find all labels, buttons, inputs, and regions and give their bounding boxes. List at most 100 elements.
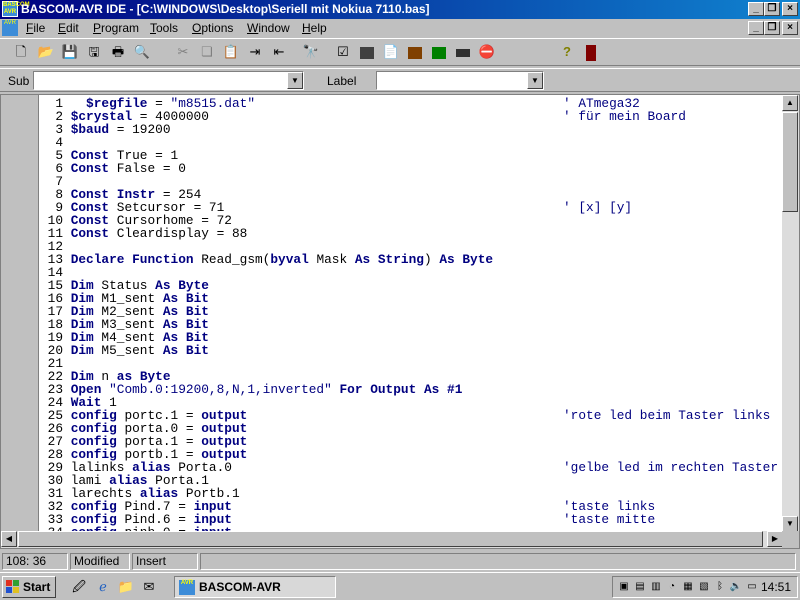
horizontal-scrollbar[interactable]: ◀ ▶ — [1, 531, 783, 548]
find-icon[interactable]: 🔭 — [300, 42, 322, 64]
scroll-right-icon[interactable]: ▶ — [767, 531, 783, 547]
status-message — [200, 553, 796, 570]
sub-label-bar: Sub ▼ Label ▼ — [0, 68, 800, 92]
sub-label: Sub — [8, 74, 30, 88]
unindent-icon[interactable]: ⇤ — [268, 42, 290, 64]
scroll-up-icon[interactable]: ▲ — [782, 95, 798, 111]
title-bar[interactable]: BASCOM AVR BASCOM-AVR IDE - [C:\WINDOWS\… — [0, 0, 800, 19]
compile-icon[interactable] — [356, 42, 378, 64]
scroll-corner — [782, 531, 799, 548]
bascom-task-icon: AVR — [179, 580, 195, 595]
code-keyword: $baud — [70, 122, 110, 137]
print-icon[interactable]: 🖶 — [107, 42, 129, 64]
code-text: Mask — [308, 252, 355, 267]
volume-icon[interactable]: 🔈 — [729, 580, 743, 594]
help-icon[interactable]: ? — [556, 42, 578, 64]
program-chip-icon[interactable] — [404, 42, 426, 64]
taskbar-button-label: BASCOM-AVR — [199, 580, 281, 594]
menu-help[interactable]: Help — [302, 21, 327, 35]
code-text: Read_gsm( — [193, 252, 271, 267]
close-button[interactable]: × — [782, 2, 798, 16]
cut-icon[interactable]: ✂ — [172, 42, 194, 64]
code-editor[interactable]: 1 $regfile = "m8515.dat" ' ATmega32 2 $cry… — [0, 94, 800, 549]
code-keyword: Dim — [70, 343, 94, 358]
mouse-icon[interactable]: ◔ — [665, 580, 679, 594]
vertical-scroll-thumb[interactable] — [782, 112, 798, 212]
label-dropdown-arrow-icon[interactable]: ▼ — [527, 72, 543, 89]
taskbar: Start 🖉 ℯ 📁 ✉ AVR BASCOM-AVR ▣ ▤ ▥ ◔ ▦ ▧… — [0, 572, 800, 600]
print-preview-icon[interactable]: 🔍 — [131, 42, 153, 64]
open-folder-icon[interactable]: 📂 — [35, 42, 57, 64]
window-title: BASCOM-AVR IDE - [C:\WINDOWS\Desktop\Ser… — [21, 2, 430, 16]
label-dropdown[interactable]: ▼ — [376, 71, 544, 90]
code-keyword: For Output As — [339, 382, 440, 397]
indent-icon[interactable]: ⇥ — [244, 42, 266, 64]
minimize-button[interactable]: _ — [748, 2, 764, 16]
code-line[interactable]: 3 $baud = 19200 — [39, 123, 783, 136]
restore-button[interactable]: ❐ — [764, 2, 780, 16]
insert-mode-indicator: Insert — [132, 553, 198, 570]
code-comment: ' für mein Board — [563, 109, 686, 124]
monitor-icon[interactable]: ▥ — [649, 580, 663, 594]
scheduler-icon[interactable]: ▤ — [633, 580, 647, 594]
keyboard-icon[interactable]: ▧ — [697, 580, 711, 594]
menu-options[interactable]: Options — [192, 21, 233, 35]
code-line[interactable]: 13 Declare Function Read_gsm(byval Mask … — [39, 253, 783, 266]
scroll-left-icon[interactable]: ◀ — [1, 531, 17, 547]
system-tray: ▣ ▤ ▥ ◔ ▦ ▧ ᛒ 🔈 ▭ 14:51 — [612, 576, 798, 598]
code-keyword: Declare Function — [70, 252, 194, 267]
new-file-icon[interactable]: 🗋 — [10, 42, 32, 64]
show-desktop-icon[interactable]: 🖉 — [70, 578, 88, 596]
code-keyword: Const — [70, 226, 110, 241]
menu-program[interactable]: Program — [93, 21, 139, 35]
mdi-restore-button[interactable]: ❐ — [764, 21, 780, 35]
vertical-scrollbar[interactable]: ▲ ▼ — [782, 95, 799, 532]
terminal-icon[interactable] — [452, 42, 474, 64]
display-icon[interactable]: ▦ — [681, 580, 695, 594]
outlook-express-icon[interactable]: ✉ — [140, 578, 158, 596]
menu-bar: AVR File Edit Program Tools Options Wind… — [0, 19, 800, 38]
sub-dropdown[interactable]: ▼ — [33, 71, 304, 90]
horizontal-scroll-thumb[interactable] — [18, 531, 763, 547]
exit-icon[interactable] — [580, 42, 602, 64]
menu-tools[interactable]: Tools — [150, 21, 178, 35]
mdi-minimize-button[interactable]: _ — [748, 21, 764, 35]
network-icon[interactable]: ▣ — [617, 580, 631, 594]
code-comment: ' [x] [y] — [563, 200, 633, 215]
paste-icon[interactable]: 📋 — [220, 42, 242, 64]
save-icon[interactable]: 💾 — [59, 42, 81, 64]
toolbar: 🗋 📂 💾 🖫 🖶 🔍 ✂ ❏ 📋 ⇥ ⇤ 🔭 ☑ 📄 ⛔ ? — [0, 38, 800, 66]
bluetooth-icon[interactable]: ᛒ — [713, 580, 727, 594]
document-icon[interactable]: AVR — [2, 20, 18, 36]
simulator-icon[interactable] — [428, 42, 450, 64]
start-button[interactable]: Start — [2, 576, 56, 598]
menu-edit[interactable]: Edit — [58, 21, 79, 35]
sub-dropdown-arrow-icon[interactable]: ▼ — [287, 72, 303, 89]
copy-icon[interactable]: ❏ — [196, 42, 218, 64]
mdi-close-button[interactable]: × — [782, 21, 798, 35]
scroll-down-icon[interactable]: ▼ — [782, 516, 798, 532]
save-as-icon[interactable]: 🖫 — [83, 42, 105, 64]
code-text: False = 0 — [109, 161, 186, 176]
code-comment: 'taste mitte — [563, 512, 656, 527]
code-comment: 'rote led beim Taster links — [563, 408, 771, 423]
taskbar-button-bascom[interactable]: AVR BASCOM-AVR — [174, 576, 336, 598]
code-line[interactable]: 23 Open "Comb.0:19200,8,N,1,inverted" Fo… — [39, 383, 783, 396]
power-icon[interactable]: ▭ — [745, 580, 759, 594]
code-line[interactable]: 11 Const Cleardisplay = 88 — [39, 227, 783, 240]
menu-window[interactable]: Window — [247, 21, 290, 35]
compile-result-icon[interactable]: 📄 — [380, 42, 402, 64]
syntax-check-icon[interactable]: ☑ — [332, 42, 354, 64]
explorer-folder-icon[interactable]: 📁 — [117, 578, 135, 596]
code-keyword: As Bit — [162, 343, 209, 358]
code-line[interactable]: 6 Const False = 0 — [39, 162, 783, 175]
menu-file[interactable]: File — [26, 21, 45, 35]
status-bar: 108: 36 Modified Insert — [0, 551, 800, 571]
code-comment: 'gelbe led im rechten Taster — [563, 460, 779, 475]
internet-explorer-icon[interactable]: ℯ — [94, 578, 112, 596]
bascom-app-icon[interactable]: BASCOM AVR — [2, 1, 30, 17]
code-line[interactable]: 20 Dim M5_sent As Bit — [39, 344, 783, 357]
code-text: ) — [423, 252, 440, 267]
code-area[interactable]: 1 $regfile = "m8515.dat" ' ATmega32 2 $cry… — [39, 97, 783, 532]
stop-icon[interactable]: ⛔ — [476, 42, 498, 64]
